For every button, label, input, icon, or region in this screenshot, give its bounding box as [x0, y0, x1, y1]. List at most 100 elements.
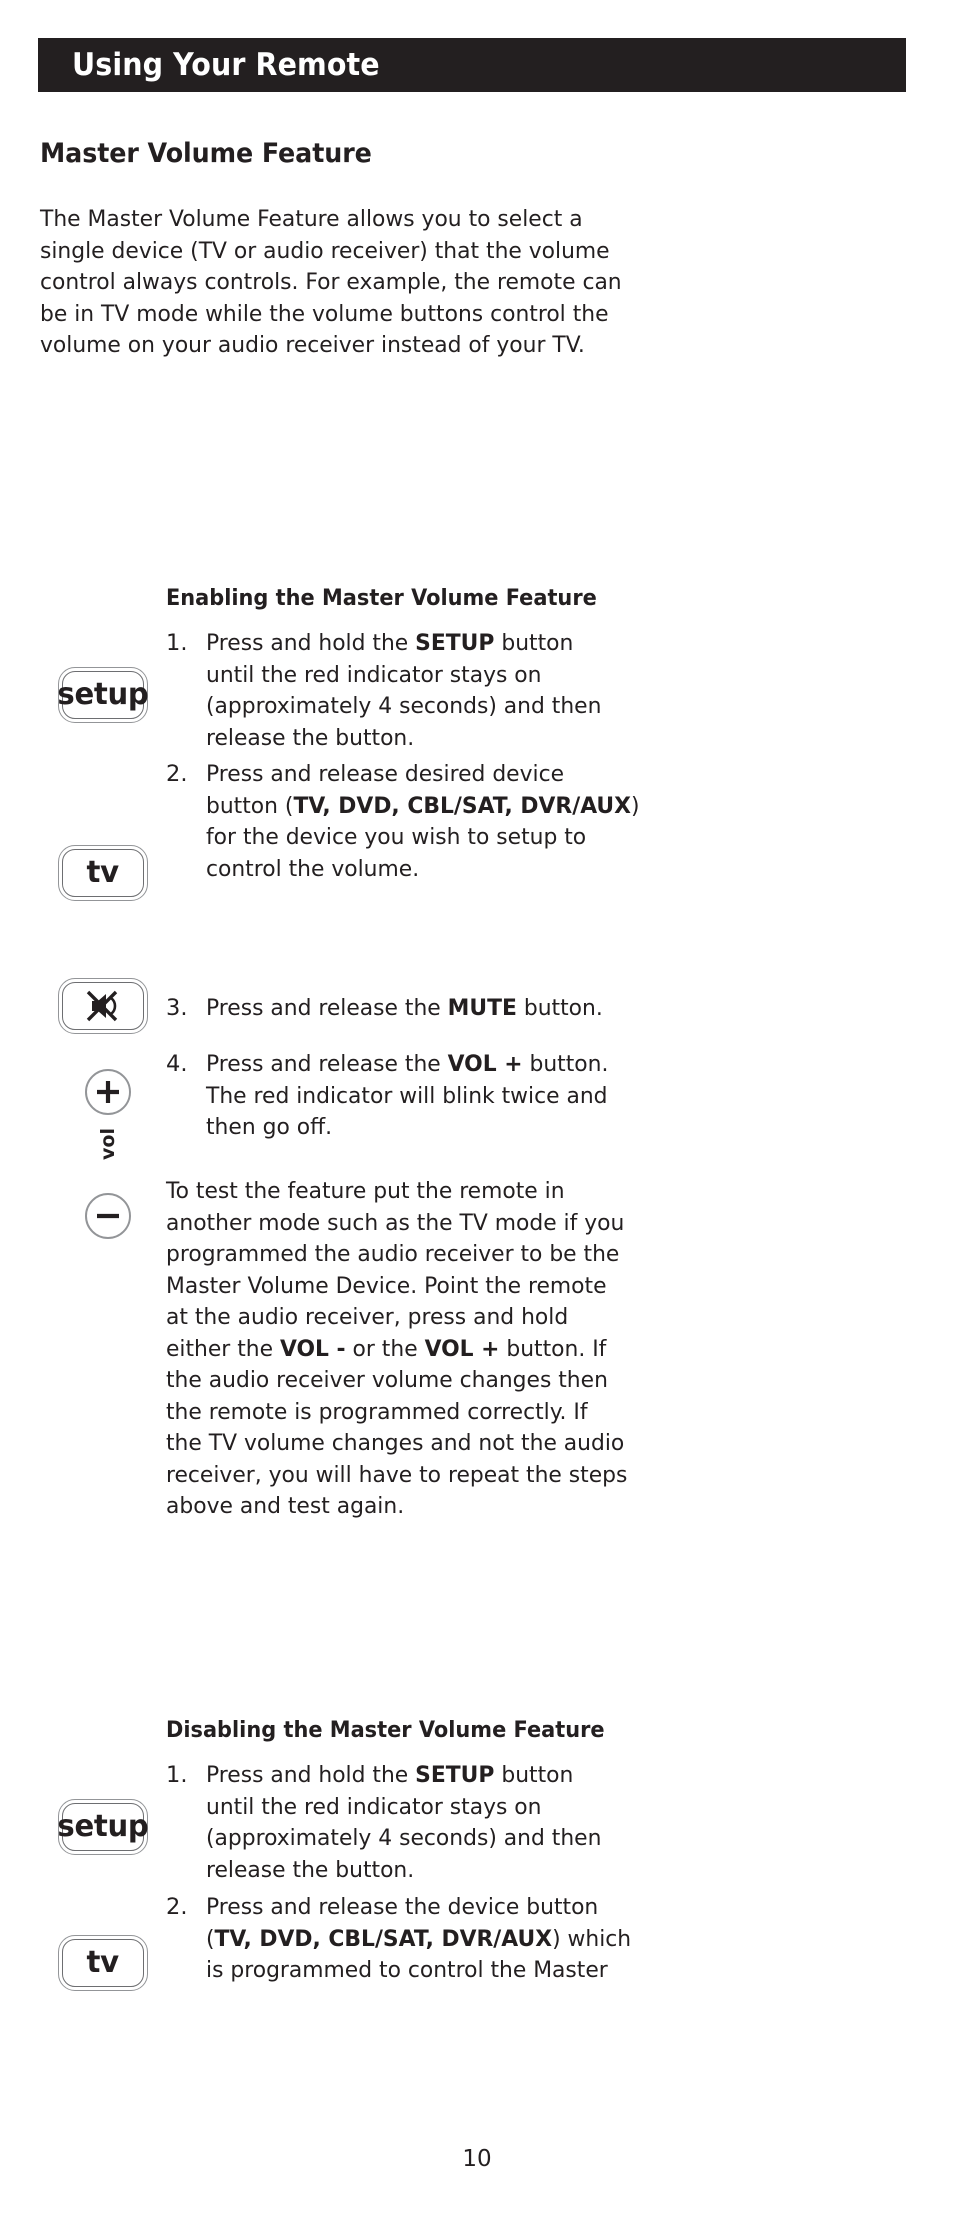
text-line: then go off.: [206, 1112, 623, 1144]
plain-text: Press and release the: [206, 1051, 448, 1077]
text-line: To test the feature put the remote in: [166, 1176, 622, 1208]
plain-text: release the button.: [206, 724, 415, 751]
text-line: until the red indicator stays on: [206, 660, 623, 692]
text-line: either the VOL - or the VOL + button. If: [166, 1334, 622, 1366]
text-line: another mode such as the TV mode if you: [166, 1208, 625, 1240]
volume-down-button-illustration[interactable]: [85, 1193, 131, 1239]
list-item-number: 2.: [166, 761, 188, 787]
mute-speaker-icon: [80, 989, 126, 1023]
mute-button-illustration[interactable]: [58, 978, 148, 1034]
plain-text: until the red indicator stays on: [206, 1793, 542, 1820]
text-line: above and test again.: [166, 1491, 622, 1523]
emphasis-text: SETUP: [415, 1762, 495, 1788]
plain-text: button: [494, 1762, 574, 1788]
plain-text: (approximately 4 seconds) and then: [206, 693, 602, 719]
plain-text: until the red indicator stays on: [206, 661, 542, 688]
plain-text: then go off.: [206, 1114, 333, 1140]
text-line: the TV volume changes and not the audio: [166, 1428, 624, 1460]
plain-text: release the button.: [206, 1856, 415, 1883]
plain-text: Press and release desired device: [206, 761, 565, 787]
list-item: 1. Press and hold the SETUP button until t…: [166, 628, 636, 754]
plus-icon: [94, 1078, 122, 1106]
plain-text: Press and hold the: [206, 630, 416, 656]
plain-text: receiver, you will have to repeat the st…: [166, 1461, 628, 1488]
text-line: (approximately 4 seconds) and then: [206, 691, 623, 723]
list-item-text: Press and hold the SETUP button until the…: [206, 628, 636, 754]
text-line: release the button.: [206, 723, 623, 755]
list-item-text: Press and hold the SETUP button until the…: [206, 1760, 636, 1886]
plain-text: (approximately 4 seconds) and then: [206, 1825, 602, 1851]
plain-text: Press and release the: [206, 995, 448, 1021]
text-line: programmed the audio receiver to be the: [166, 1239, 622, 1271]
minus-icon: [94, 1202, 122, 1230]
setup-button-illustration[interactable]: setup: [57, 667, 149, 723]
emphasis-text: MUTE: [447, 995, 517, 1021]
emphasis-text: VOL +: [447, 1051, 523, 1077]
list-item: 3. Press and release the MUTE button.: [166, 993, 636, 1025]
plain-text: either the: [166, 1335, 280, 1362]
text-line: Press and release the device button: [206, 1892, 623, 1924]
setup-button-illustration[interactable]: setup: [57, 1799, 149, 1855]
text-line: until the red indicator stays on: [206, 1792, 623, 1824]
disabling-procedure-heading: Disabling the Master Volume Feature: [166, 1718, 605, 1743]
text-line: button (TV, DVD, CBL/SAT, DVR/AUX): [206, 791, 640, 823]
tv-button-illustration[interactable]: tv: [58, 845, 148, 901]
section-title: Master Volume Feature: [40, 138, 372, 169]
list-item-text: Press and release desired device button (…: [206, 759, 640, 886]
text-line: Press and hold the SETUP button: [206, 1760, 623, 1792]
list-item-text: Press and release the device button (TV, …: [206, 1892, 636, 1987]
text-line: Press and hold the SETUP button: [206, 628, 623, 660]
text-line: (approximately 4 seconds) and then: [206, 1823, 623, 1855]
text-line: Press and release the VOL + button.: [206, 1049, 623, 1081]
plain-text: another mode such as the TV mode if you: [166, 1209, 625, 1236]
list-item-number: 1.: [166, 630, 188, 656]
list-item-number: 4.: [166, 1051, 188, 1077]
text-line: volume on your audio receiver instead of…: [40, 332, 585, 358]
page-number: 10: [462, 2146, 492, 2172]
text-line: for the device you wish to setup to: [206, 822, 623, 854]
plain-text: is programmed to control the Master: [206, 1957, 608, 1983]
list-item-number: 1.: [166, 1762, 188, 1788]
text-line: The red indicator will blink twice and: [206, 1081, 623, 1113]
tv-button-illustration[interactable]: tv: [58, 1935, 148, 1991]
plain-text: (: [206, 1925, 215, 1952]
text-line: the remote is programmed correctly. If: [166, 1397, 622, 1429]
volume-up-button-illustration[interactable]: [85, 1069, 131, 1115]
page-header-title: Using Your Remote: [72, 46, 380, 83]
list-item-text: Press and release the MUTE button.: [206, 993, 636, 1025]
text-line: single device (TV or audio receiver) tha…: [40, 237, 610, 264]
plain-text: for the device you wish to setup to: [206, 824, 587, 850]
manual-page: Using Your Remote Master Volume Feature …: [0, 0, 954, 2227]
tv-button-label: tv: [86, 1945, 120, 1980]
plain-text: control the volume.: [206, 855, 420, 882]
emphasis-text: SETUP: [415, 630, 495, 656]
text-line: release the button.: [206, 1855, 623, 1887]
plain-text: button. If: [499, 1335, 607, 1362]
text-line: control always controls. For example, th…: [40, 269, 622, 295]
list-item-number: 2.: [166, 1894, 188, 1920]
list-item-text: Press and release the VOL + button. The r…: [206, 1049, 636, 1144]
setup-button-label: setup: [57, 677, 149, 712]
text-line: (TV, DVD, CBL/SAT, DVR/AUX) which: [206, 1924, 631, 1956]
enabling-procedure-heading: Enabling the Master Volume Feature: [166, 586, 597, 611]
emphasis-text: TV, DVD, CBL/SAT, DVR/AUX: [214, 1925, 553, 1952]
text-line: Press and release the MUTE button.: [206, 993, 623, 1025]
setup-button-label: setup: [57, 1809, 149, 1844]
plain-text: programmed the audio receiver to be the: [166, 1241, 620, 1267]
test-feature-paragraph: To test the feature put the remote in ano…: [166, 1176, 636, 1523]
text-line: Master Volume Device. Point the remote: [166, 1271, 622, 1303]
plain-text: button (: [206, 792, 294, 819]
tv-button-label: tv: [86, 855, 120, 890]
text-line: Press and release desired device: [206, 759, 623, 791]
text-line: is programmed to control the Master: [206, 1955, 623, 1987]
text-line: the audio receiver volume changes then: [166, 1365, 622, 1397]
plain-text: Press and hold the: [206, 1762, 416, 1788]
plain-text: or the: [345, 1335, 425, 1362]
list-item: 1. Press and hold the SETUP button until t…: [166, 1760, 636, 1886]
page-header-bar: Using Your Remote: [38, 38, 906, 92]
list-item: 4. Press and release the VOL + button. The…: [166, 1049, 636, 1144]
plain-text: the audio receiver volume changes then: [166, 1367, 608, 1393]
emphasis-text: VOL -: [279, 1335, 346, 1362]
intro-paragraph: The Master Volume Feature allows you to …: [40, 204, 640, 362]
text-line: control the volume.: [206, 854, 623, 886]
